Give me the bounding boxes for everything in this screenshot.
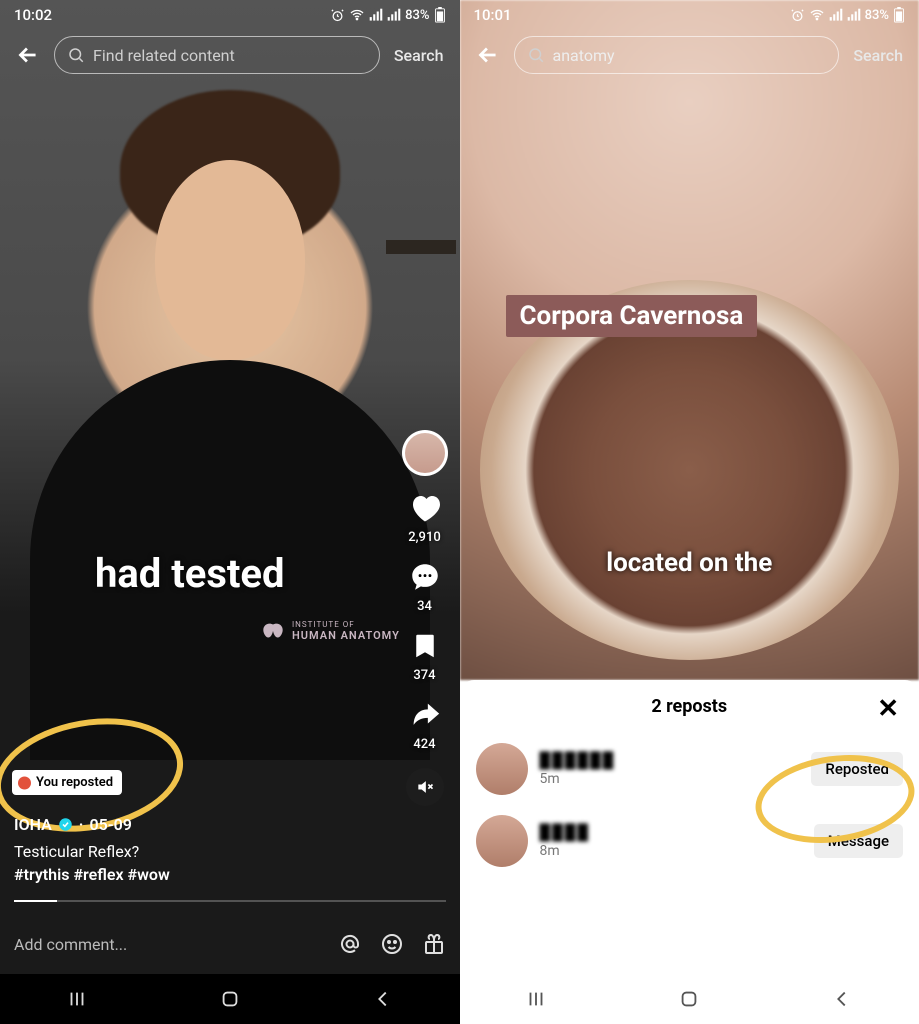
comment-icon: [408, 560, 442, 594]
emoji-icon[interactable]: [380, 932, 404, 956]
reposts-sheet: 2 reposts ✕ ██████ 5m Reposted ████ 8m M…: [460, 680, 919, 974]
user-avatar[interactable]: [476, 743, 528, 795]
repost-time: 5m: [540, 771, 800, 787]
alarm-icon: [330, 8, 345, 23]
like-action[interactable]: 2,910: [405, 488, 445, 545]
status-bar: 10:02 83%: [0, 0, 460, 30]
user-name[interactable]: ██████: [540, 751, 800, 769]
message-button[interactable]: Message: [814, 824, 903, 858]
author-avatar[interactable]: [402, 430, 448, 476]
android-nav-bar: [0, 974, 460, 1024]
action-rail: 2,910 34 374 424: [402, 430, 448, 806]
speaker-muted-icon: [415, 777, 435, 797]
share-count: 424: [413, 737, 435, 752]
back-button[interactable]: [12, 39, 44, 71]
repost-row: ██████ 5m Reposted: [476, 733, 904, 805]
search-field[interactable]: Find related content: [54, 36, 380, 74]
search-field[interactable]: anatomy: [514, 36, 840, 74]
user-name[interactable]: ████: [540, 823, 802, 841]
arrow-left-icon: [475, 42, 501, 68]
verified-badge-icon: [58, 817, 73, 832]
save-action[interactable]: 374: [405, 626, 445, 683]
like-count: 2,910: [408, 530, 440, 545]
search-icon: [527, 46, 545, 64]
close-button[interactable]: ✕: [877, 696, 899, 722]
signal-icon: [369, 8, 383, 22]
user-avatar[interactable]: [476, 815, 528, 867]
home-icon[interactable]: [219, 988, 241, 1010]
mute-button[interactable]: [406, 768, 444, 806]
status-time: 10:01: [474, 6, 512, 24]
bookmark-icon: [410, 629, 440, 663]
top-bar: anatomy Search: [460, 36, 919, 74]
back-nav-icon[interactable]: [831, 988, 853, 1010]
share-icon: [408, 698, 442, 732]
search-button[interactable]: Search: [390, 46, 448, 65]
heart-icon: [407, 490, 443, 526]
brand-text-1: INSTITUTE OF: [292, 620, 400, 629]
search-value: anatomy: [553, 46, 615, 65]
save-count: 374: [413, 668, 435, 683]
comment-action[interactable]: 34: [405, 557, 445, 614]
wifi-icon: [809, 7, 825, 23]
reposted-button[interactable]: Reposted: [811, 752, 903, 786]
signal-icon: [829, 8, 843, 22]
mention-icon[interactable]: [338, 932, 362, 956]
search-button[interactable]: Search: [849, 46, 907, 65]
gift-icon[interactable]: [422, 932, 446, 956]
meta-separator: ·: [79, 815, 84, 834]
repost-time: 8m: [540, 843, 802, 859]
top-bar: Find related content Search: [0, 36, 460, 74]
search-icon: [67, 46, 85, 64]
android-nav-bar: [460, 974, 919, 1024]
alarm-icon: [790, 8, 805, 23]
brand-text-2: HUMAN ANATOMY: [292, 629, 400, 642]
back-nav-icon[interactable]: [372, 988, 394, 1010]
illustration-specimen: [480, 280, 900, 660]
status-battery-pct: 83%: [405, 8, 429, 23]
status-bar: 10:01 83%: [460, 0, 919, 30]
anatomy-label: Corpora Cavernosa: [506, 295, 758, 337]
signal-icon-2: [847, 8, 861, 22]
comment-bar: Add comment...: [0, 918, 460, 970]
brand-watermark: INSTITUTE OF HUMAN ANATOMY: [260, 620, 400, 642]
back-button[interactable]: [472, 39, 504, 71]
battery-icon: [893, 7, 905, 23]
video-meta: IOHA · 05-09 Testicular Reflex? #trythis…: [14, 815, 390, 884]
author-username[interactable]: IOHA: [14, 815, 52, 834]
battery-icon: [434, 7, 446, 23]
status-indicators: 83%: [790, 7, 905, 23]
repost-row: ████ 8m Message: [476, 805, 904, 877]
video-caption: located on the: [460, 548, 919, 578]
signal-icon-2: [387, 8, 401, 22]
status-battery-pct: 83%: [865, 8, 889, 23]
post-date: 05-09: [89, 815, 131, 834]
video-title: Testicular Reflex?: [14, 842, 390, 861]
home-icon[interactable]: [678, 988, 700, 1010]
screenshot-left: 10:02 83% Find related content Search ha…: [0, 0, 460, 1024]
screenshot-right: Corpora Cavernosa located on the 10:01 8…: [460, 0, 919, 1024]
search-placeholder: Find related content: [93, 46, 235, 65]
status-indicators: 83%: [330, 7, 445, 23]
arrow-left-icon: [15, 42, 41, 68]
comment-input[interactable]: Add comment...: [14, 935, 320, 954]
illustration-shelf: [386, 240, 456, 254]
recents-icon[interactable]: [66, 988, 88, 1010]
illustration-face: [155, 160, 305, 360]
playback-progress[interactable]: [14, 900, 446, 902]
recents-icon[interactable]: [525, 988, 547, 1010]
repost-chip[interactable]: You reposted: [12, 770, 122, 795]
video-hashtags[interactable]: #trythis #reflex #wow: [14, 865, 390, 884]
comment-count: 34: [417, 599, 432, 614]
share-action[interactable]: 424: [405, 695, 445, 752]
video-caption: had tested: [0, 550, 380, 597]
butterfly-icon: [260, 621, 286, 641]
status-time: 10:02: [14, 6, 52, 24]
wifi-icon: [349, 7, 365, 23]
sheet-title: 2 reposts: [651, 696, 727, 717]
